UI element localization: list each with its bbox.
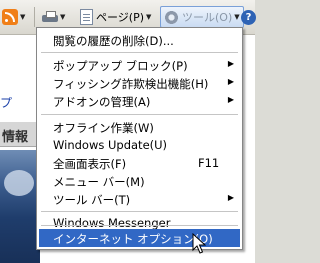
menu-item-work-offline[interactable]: オフライン作業(W) (39, 118, 240, 136)
menu-item-manage-addons[interactable]: アドオンの管理(A) ▶ (39, 92, 240, 110)
toolbar-separator (34, 7, 35, 27)
menu-item-label: Windows Messenger (53, 216, 171, 230)
menu-item-delete-history[interactable]: 閲覧の履歴の削除(D)... (39, 31, 240, 49)
page-menu-label: ページ(P) (96, 11, 144, 24)
menu-separator (41, 52, 238, 53)
submenu-arrow-icon: ▶ (227, 193, 234, 202)
menu-item-menu-bar[interactable]: メニュー バー(M) (39, 172, 240, 190)
menu-item-label: ポップアップ ブロック(P) (53, 59, 188, 73)
rss-feed-icon (2, 9, 18, 25)
chevron-down-icon: ▼ (20, 13, 26, 21)
menu-item-label: オフライン作業(W) (53, 121, 154, 135)
menu-item-popup-blocker[interactable]: ポップアップ ブロック(P) ▶ (39, 56, 240, 74)
page-tab-label[interactable]: 情報 (2, 126, 28, 145)
menu-separator (41, 225, 238, 226)
shortcut-key-label: F11 (198, 156, 220, 170)
menu-separator (41, 114, 238, 115)
menu-item-internet-options[interactable]: インターネット オプション(O) (39, 229, 240, 247)
chevron-down-icon: ▼ (146, 13, 152, 21)
help-button[interactable]: ? (241, 6, 256, 28)
tools-menu-button[interactable]: ツール(O) ▼ (160, 6, 244, 28)
submenu-arrow-icon: ▶ (227, 95, 234, 104)
page-menu-button[interactable]: ページ(P) ▼ (80, 6, 151, 28)
page-icon (80, 9, 93, 25)
submenu-arrow-icon: ▶ (227, 77, 234, 86)
feeds-button[interactable]: ▼ (2, 6, 25, 28)
gear-icon (164, 9, 179, 25)
chevron-down-icon: ▼ (234, 13, 240, 21)
page-link-fragment[interactable]: プ (0, 94, 12, 111)
page-photo (0, 150, 40, 263)
menu-item-windows-messenger[interactable]: Windows Messenger (39, 204, 240, 230)
menu-item-label: メニュー バー(M) (53, 175, 145, 189)
tools-menu-label: ツール(O) (182, 11, 233, 24)
mouse-pointer-icon (192, 233, 206, 254)
help-icon: ? (241, 9, 256, 25)
printer-icon (42, 10, 58, 24)
submenu-arrow-icon: ▶ (227, 59, 234, 68)
menu-item-label: インターネット オプション(O) (53, 232, 213, 246)
menu-item-windows-update[interactable]: Windows Update(U) (39, 136, 240, 154)
menu-item-label: 閲覧の履歴の削除(D)... (53, 34, 174, 48)
chevron-down-icon: ▼ (60, 13, 66, 21)
menu-item-label: Windows Update(U) (53, 138, 168, 152)
menu-item-label: フィッシング詐欺検出機能(H) (53, 77, 209, 91)
menu-item-label: 全画面表示(F) (53, 157, 127, 171)
tools-dropdown-menu: 閲覧の履歴の削除(D)... ポップアップ ブロック(P) ▶ フィッシング詐欺… (36, 27, 243, 250)
menu-item-label: アドオンの管理(A) (53, 95, 151, 109)
menu-item-phishing-filter[interactable]: フィッシング詐欺検出機能(H) ▶ (39, 74, 240, 92)
print-button[interactable]: ▼ (42, 6, 65, 28)
menu-item-full-screen[interactable]: 全画面表示(F) F11 (39, 154, 240, 172)
